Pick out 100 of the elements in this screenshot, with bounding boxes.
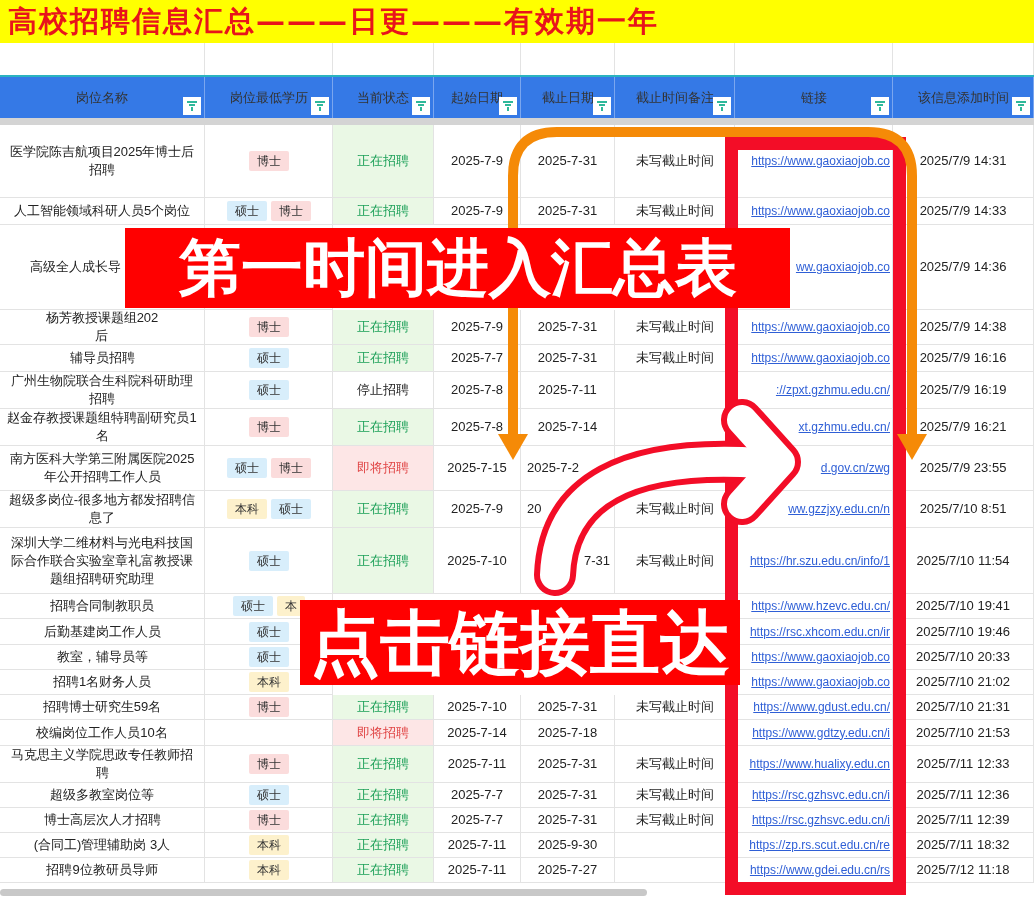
degree-tag: 硕士 bbox=[226, 458, 267, 478]
table-cell-text: 未写截止时间 bbox=[635, 152, 714, 171]
table-cell-text: 2025-7-10 bbox=[447, 551, 507, 570]
filter-icon[interactable] bbox=[871, 97, 889, 115]
table-cell-text: 超级多岗位-很多地方都发招聘信息了 bbox=[7, 491, 197, 527]
status-label: 正在招聘 bbox=[357, 418, 409, 437]
link[interactable]: ww.gzzjxy.edu.cn/n bbox=[788, 500, 890, 518]
degree-tag: 博士 bbox=[248, 317, 289, 337]
table-cell: 超级多教室岗位等 bbox=[50, 786, 154, 804]
table-cell-text: 2025/7/9 14:33 bbox=[919, 202, 1007, 221]
table-cell-text: 2025-7-10 bbox=[447, 698, 507, 717]
column-header: 截止日期 bbox=[541, 88, 594, 107]
table-cell-text: 2025/7/11 12:39 bbox=[916, 811, 1010, 830]
table-cell-text: 20 bbox=[527, 500, 542, 519]
table-cell-text: 2025-7-11 bbox=[447, 755, 507, 774]
table-cell-text: 2025-9-30 bbox=[537, 836, 598, 855]
link[interactable]: https://www.gaoxiaojob.co bbox=[751, 673, 890, 691]
table-cell-text: 2025-7-31 bbox=[537, 202, 598, 221]
table-cell-text: 2025/7/9 16:21 bbox=[919, 418, 1007, 437]
table-cell: 招聘博士研究生59名 bbox=[42, 698, 162, 716]
link[interactable]: ://zpxt.gzhmu.edu.cn/ bbox=[775, 381, 890, 399]
link[interactable]: https://rsc.gzhsvc.edu.cn/i bbox=[751, 786, 890, 804]
table-cell-text: 深圳大学二维材料与光电科技国际合作联合实验室章礼富教授课题组招聘研究助理 bbox=[10, 533, 194, 588]
link[interactable]: xt.gzhmu.edu.cn/ bbox=[798, 418, 890, 436]
column-header: 岗位名称 bbox=[76, 88, 128, 107]
table-cell-text: 2025-7-11 bbox=[538, 381, 597, 400]
link[interactable]: https://rsc.gzhsvc.edu.cn/i bbox=[751, 811, 890, 829]
status-label: 正在招聘 bbox=[357, 836, 409, 855]
filter-icon[interactable] bbox=[183, 97, 201, 115]
degree-tag: 硕士 bbox=[248, 348, 289, 368]
table-cell-text: 2025-7-11 bbox=[447, 861, 507, 880]
filter-icon[interactable] bbox=[593, 97, 611, 115]
column-header: 当前状态 bbox=[357, 88, 409, 107]
table-cell-text: 2025/7/10 8:51 bbox=[919, 500, 1007, 519]
table-cell: 辅导员招聘 bbox=[69, 349, 135, 367]
table-cell-text: 医学院陈吉航项目2025年博士后招聘 bbox=[8, 143, 196, 179]
table-cell-text: 2025-7-8 bbox=[450, 418, 503, 437]
table-cell-text: 2025-7-27 bbox=[537, 861, 598, 880]
table-cell: 杨芳教授课题组202 后 bbox=[45, 310, 159, 344]
table-cell-text: 2025-7-9 bbox=[450, 318, 503, 337]
column-header: 链接 bbox=[800, 88, 827, 107]
status-label: 正在招聘 bbox=[357, 500, 409, 519]
degree-tag: 硕士 bbox=[248, 550, 289, 571]
table-cell-text: 2025-7-11 bbox=[447, 836, 507, 855]
degree-tag: 博士 bbox=[270, 458, 311, 478]
status-label: 正在招聘 bbox=[357, 318, 409, 337]
table-cell-text: 未写截止时间 bbox=[635, 349, 714, 368]
status-label: 正在招聘 bbox=[357, 698, 409, 717]
table-cell-text: 2025-7-9 bbox=[450, 500, 503, 519]
table-cell: 博士高层次人才招聘 bbox=[43, 811, 161, 829]
link[interactable]: https://www.gdei.edu.cn/rs bbox=[749, 861, 890, 879]
status-label: 正在招聘 bbox=[357, 786, 409, 805]
table-cell-text: 2025-7-31 bbox=[537, 786, 598, 805]
status-label: 正在招聘 bbox=[357, 755, 409, 774]
link[interactable]: https://www.gaoxiaojob.co bbox=[751, 648, 890, 666]
link[interactable]: https://www.gaoxiaojob.co bbox=[751, 152, 890, 170]
link[interactable]: https://www.gdust.edu.cn/ bbox=[753, 698, 890, 716]
link[interactable]: https://www.hualixy.edu.cn bbox=[749, 755, 890, 773]
table-cell-text: 未写截止时间 bbox=[635, 786, 714, 805]
degree-tag: 硕士 bbox=[248, 785, 289, 805]
degree-tag: 硕士 bbox=[226, 201, 267, 221]
table-cell-text: 2025/7/11 12:36 bbox=[916, 786, 1010, 805]
link[interactable]: https://zp.rs.scut.edu.cn/re bbox=[749, 836, 890, 854]
table-cell-text: 2025/7/10 19:46 bbox=[916, 622, 1010, 641]
link[interactable]: https://www.hzevc.edu.cn/ bbox=[751, 597, 890, 615]
status-label: 停止招聘 bbox=[357, 381, 409, 400]
filter-icon[interactable] bbox=[713, 97, 731, 115]
table-cell-text: 未写截止时间 bbox=[635, 500, 714, 519]
table-cell: 校编岗位工作人员10名 bbox=[36, 723, 168, 742]
link[interactable]: https://www.gdtzy.edu.cn/i bbox=[752, 723, 890, 742]
link[interactable]: https://www.gaoxiaojob.co bbox=[751, 318, 890, 336]
filter-icon[interactable] bbox=[412, 97, 430, 115]
table-cell: 招聘1名财务人员 bbox=[52, 673, 152, 691]
link[interactable]: https://rsc.xhcom.edu.cn/ir bbox=[749, 622, 890, 641]
table-cell: 赵金存教授课题组特聘副研究员1名 bbox=[6, 409, 198, 445]
filter-icon[interactable] bbox=[311, 97, 329, 115]
link[interactable]: ww.gaoxiaojob.co bbox=[795, 258, 890, 276]
table-cell-text: 马克思主义学院思政专任教师招聘 bbox=[10, 746, 194, 782]
status-label: 正在招聘 bbox=[357, 861, 409, 880]
table-cell-text: 2025-7-14 bbox=[537, 418, 598, 437]
table-cell: (合同工)管理辅助岗 3人 bbox=[33, 836, 171, 854]
table-cell-text: 2025-7-31 bbox=[537, 152, 598, 171]
degree-tag: 硕士 bbox=[248, 380, 289, 400]
status-label: 正在招聘 bbox=[357, 202, 409, 221]
table-cell-text: 2025/7/10 19:41 bbox=[916, 597, 1010, 616]
degree-tag: 硕士 bbox=[233, 596, 273, 616]
status-label: 即将招聘 bbox=[357, 459, 409, 478]
link[interactable]: https://www.gaoxiaojob.co bbox=[751, 202, 890, 220]
table-cell-text: 2025/7/9 14:38 bbox=[919, 318, 1007, 337]
status-label: 即将招聘 bbox=[357, 723, 409, 742]
sheet-title: 高校招聘信息汇总———日更———有效期一年 bbox=[8, 2, 659, 40]
link[interactable]: d.gov.cn/zwg bbox=[820, 459, 890, 477]
table-cell-text: 2025/7/10 11:54 bbox=[916, 551, 1010, 570]
scrollbar-thumb[interactable] bbox=[0, 888, 647, 896]
table-cell-text: 2025/7/11 12:33 bbox=[916, 755, 1010, 774]
link[interactable]: https://hr.szu.edu.cn/info/1 bbox=[749, 551, 890, 570]
filter-icon[interactable] bbox=[1012, 97, 1030, 115]
table-cell-text: 2025/7/10 21:31 bbox=[916, 698, 1010, 717]
table-cell-text: 2025-7-7 bbox=[450, 811, 503, 830]
link[interactable]: https://www.gaoxiaojob.co bbox=[751, 349, 890, 367]
